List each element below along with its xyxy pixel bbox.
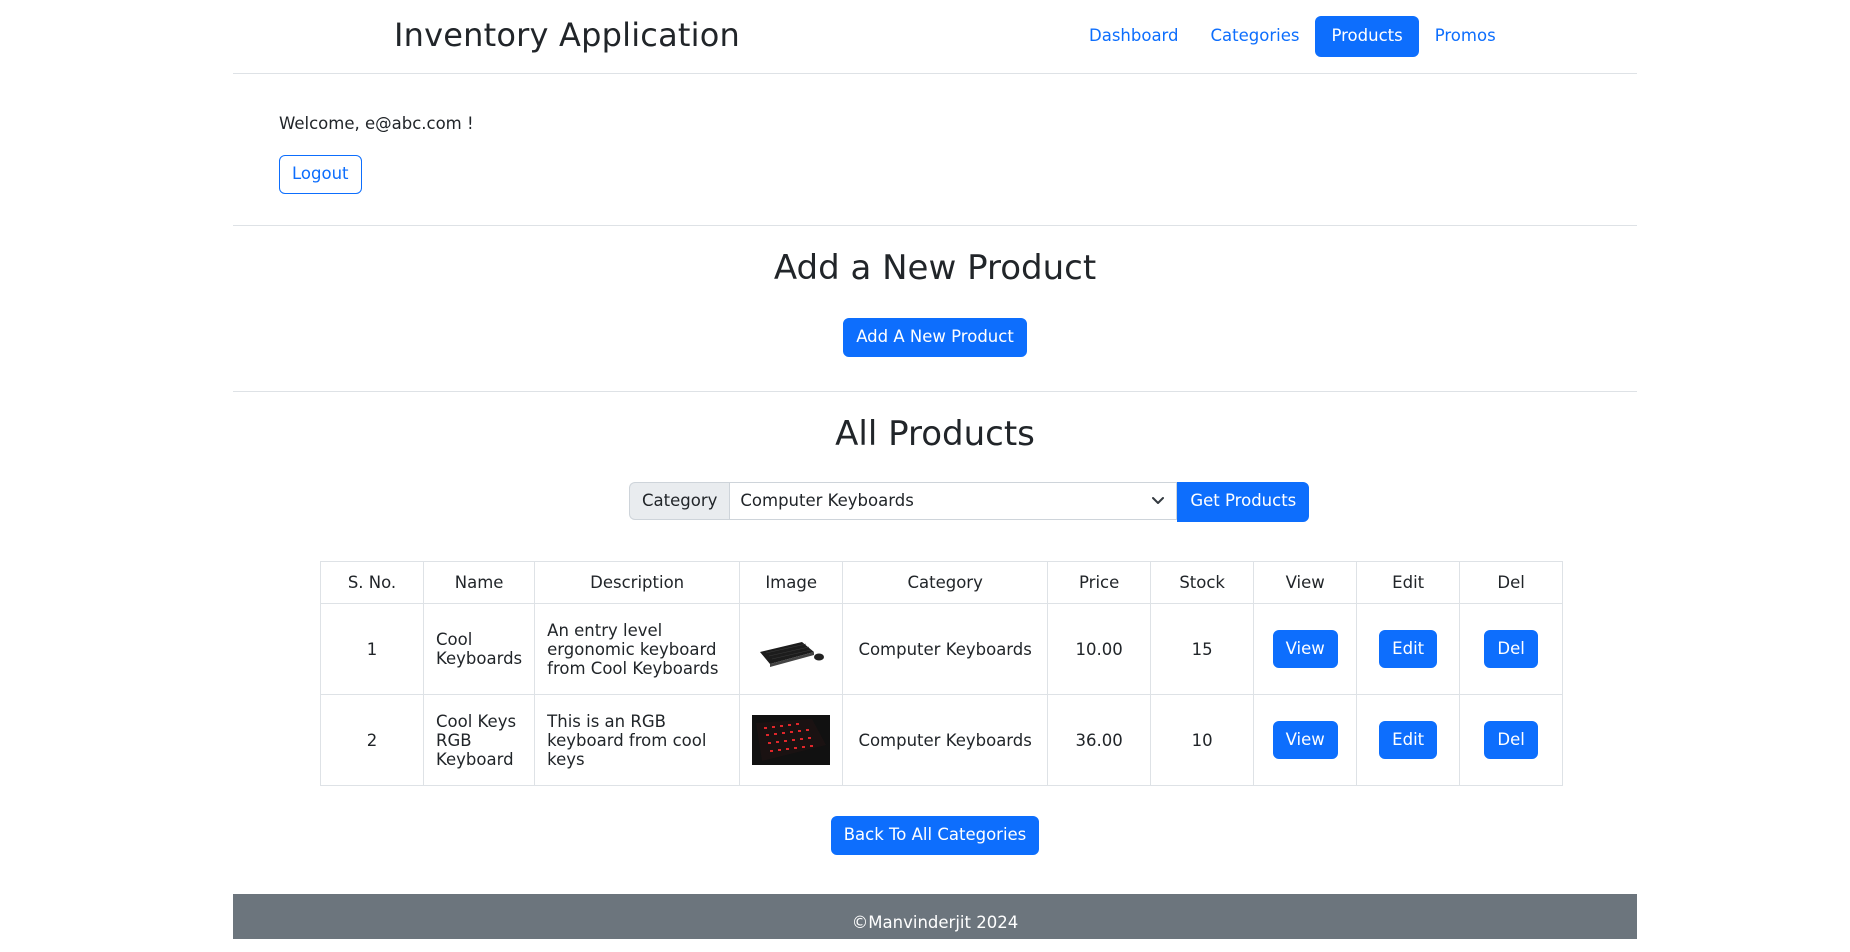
app-brand[interactable]: Inventory Application bbox=[394, 16, 740, 54]
keyboard-mouse-image bbox=[752, 624, 831, 674]
cell-description: This is an RGB keyboard from cool keys bbox=[534, 694, 741, 786]
page-container: Inventory Application Dashboard Categori… bbox=[233, 0, 1637, 939]
category-filter-label: Category bbox=[629, 482, 730, 520]
cell-price: 10.00 bbox=[1047, 603, 1152, 695]
column-header: Stock bbox=[1150, 561, 1255, 604]
cell-category: Computer Keyboards bbox=[842, 603, 1049, 695]
cell-sno: 1 bbox=[320, 603, 424, 695]
divider bbox=[233, 391, 1637, 392]
table-row: 1 Cool Keyboards An entry level ergonomi… bbox=[320, 603, 1564, 695]
column-header: Price bbox=[1047, 561, 1152, 604]
category-select-value: Computer Keyboards bbox=[740, 491, 914, 510]
table-row: 2 Cool Keys RGB Keyboard This is an RGB … bbox=[320, 694, 1564, 786]
cell-name: Cool Keyboards bbox=[422, 603, 536, 695]
add-product-heading: Add a New Product bbox=[773, 248, 1097, 288]
cell-sno: 2 bbox=[320, 694, 424, 786]
column-header: Name bbox=[422, 561, 536, 604]
back-row: Back To All Categories bbox=[233, 816, 1637, 855]
cell-edit: Edit bbox=[1356, 603, 1461, 695]
top-navbar: Inventory Application Dashboard Categori… bbox=[233, 0, 1637, 74]
table-header-row: S. No. Name Description Image Category P… bbox=[320, 561, 1564, 604]
welcome-message: Welcome, e@abc.com ! bbox=[279, 114, 474, 133]
rgb-keyboard-image bbox=[752, 715, 831, 765]
welcome-block: Welcome, e@abc.com ! bbox=[279, 114, 474, 133]
logout-button[interactable]: Logout bbox=[279, 155, 362, 194]
cell-category: Computer Keyboards bbox=[842, 694, 1049, 786]
column-header: Image bbox=[739, 561, 844, 604]
products-table: S. No. Name Description Image Category P… bbox=[320, 561, 1564, 786]
column-header: S. No. bbox=[320, 561, 424, 604]
chevron-down-icon bbox=[1152, 483, 1165, 533]
cell-view: View bbox=[1253, 603, 1358, 695]
back-to-categories-button[interactable]: Back To All Categories bbox=[830, 816, 1040, 855]
cell-view: View bbox=[1253, 694, 1358, 786]
edit-button[interactable]: Edit bbox=[1379, 720, 1438, 760]
column-header: Del bbox=[1459, 561, 1564, 604]
get-products-button[interactable]: Get Products bbox=[1177, 482, 1310, 522]
nav-promos[interactable]: Promos bbox=[1419, 16, 1512, 57]
nav-categories[interactable]: Categories bbox=[1195, 16, 1316, 57]
nav-products[interactable]: Products bbox=[1315, 16, 1419, 57]
cell-del: Del bbox=[1459, 603, 1564, 695]
delete-button[interactable]: Del bbox=[1484, 720, 1538, 760]
cell-edit: Edit bbox=[1356, 694, 1461, 786]
nav-dashboard[interactable]: Dashboard bbox=[1073, 16, 1195, 57]
add-new-product-button[interactable]: Add A New Product bbox=[843, 318, 1027, 357]
main-nav: Dashboard Categories Products Promos bbox=[1073, 16, 1512, 57]
view-button[interactable]: View bbox=[1272, 720, 1338, 760]
cell-del: Del bbox=[1459, 694, 1564, 786]
delete-button[interactable]: Del bbox=[1484, 629, 1538, 669]
footer: ©Manvinderjit 2024 bbox=[233, 894, 1637, 939]
cell-stock: 15 bbox=[1150, 603, 1255, 695]
edit-button[interactable]: Edit bbox=[1379, 629, 1438, 669]
column-header: Description bbox=[534, 561, 741, 604]
cell-image bbox=[739, 603, 844, 695]
column-header: Edit bbox=[1356, 561, 1461, 604]
divider bbox=[233, 225, 1637, 226]
category-select[interactable]: Computer Keyboards bbox=[729, 482, 1178, 520]
footer-copyright: ©Manvinderjit 2024 bbox=[851, 913, 1019, 932]
add-product-row: Add A New Product bbox=[233, 318, 1637, 357]
view-button[interactable]: View bbox=[1272, 629, 1338, 669]
column-header: View bbox=[1253, 561, 1358, 604]
cell-name: Cool Keys RGB Keyboard bbox=[422, 694, 536, 786]
cell-stock: 10 bbox=[1150, 694, 1255, 786]
cell-description: An entry level ergonomic keyboard from C… bbox=[534, 603, 741, 695]
cell-price: 36.00 bbox=[1047, 694, 1152, 786]
all-products-heading: All Products bbox=[835, 414, 1035, 454]
cell-image bbox=[739, 694, 844, 786]
column-header: Category bbox=[842, 561, 1049, 604]
category-filter: Category Computer Keyboards Get Products bbox=[629, 482, 1310, 522]
